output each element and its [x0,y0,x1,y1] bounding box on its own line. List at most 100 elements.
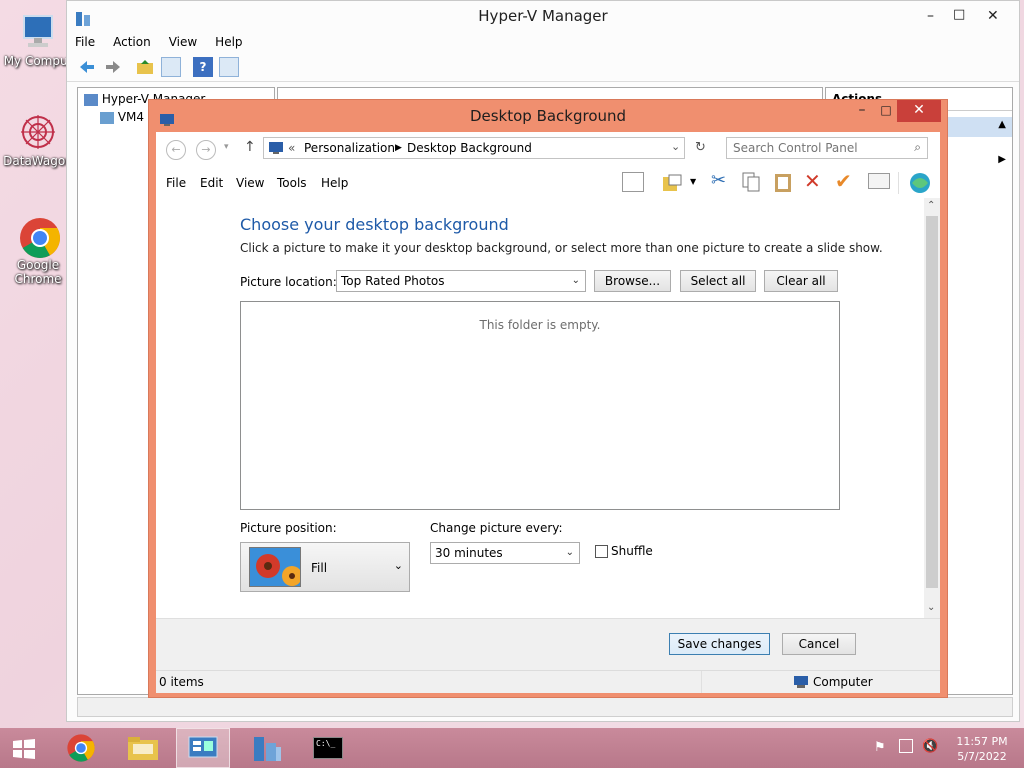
taskbar-file-explorer[interactable] [117,728,171,768]
search-input[interactable] [731,140,903,156]
up-arrow-icon[interactable]: ↑ [244,139,256,155]
copy-icon[interactable] [741,171,761,196]
picture-location-value: Top Rated Photos [341,274,445,288]
cancel-button[interactable]: Cancel [782,633,856,655]
address-bar[interactable]: « Personalization ▶ Desktop Background ⌄ [263,137,685,159]
control-panel-icon [268,141,284,158]
minimize-button[interactable]: – [849,100,875,122]
chrome-icon [66,733,96,766]
picture-gallery[interactable]: This folder is empty. [240,301,840,510]
search-box[interactable]: ⌕ [726,137,928,159]
menu-file[interactable]: File [166,176,186,190]
up-folder-icon[interactable] [135,57,155,77]
browse-button[interactable]: Browse... [594,270,671,292]
dialog-footer: Save changes Cancel [156,618,940,671]
computer-icon [18,12,58,52]
breadcrumb-separator-icon[interactable]: ▶ [395,143,402,153]
checkmark-icon[interactable]: ✔ [835,169,852,193]
close-button[interactable]: ✕ [897,100,941,122]
menu-action[interactable]: Action [113,35,151,49]
desktop-icon-label: Google [16,258,60,272]
recent-locations-icon[interactable]: ▾ [224,142,229,152]
picture-location-label: Picture location: [240,275,337,289]
picture-location-select[interactable]: Top Rated Photos ⌄ [336,270,586,292]
page-description: Click a picture to make it your desktop … [240,241,883,255]
maximize-button[interactable]: □ [875,100,897,122]
collapse-icon[interactable]: ▲ [998,119,1006,130]
menu-tools[interactable]: Tools [277,176,307,190]
clear-all-button[interactable]: Clear all [764,270,838,292]
network-icon[interactable] [899,739,913,753]
datawagon-logo-icon [18,112,58,152]
content-area: Choose your desktop background Click a p… [156,198,924,618]
dropdown-icon[interactable]: ▼ [690,177,696,186]
menu-view[interactable]: View [236,176,264,190]
back-icon[interactable]: ← [166,140,186,160]
refresh-icon[interactable]: ↻ [695,140,706,155]
taskbar-control-panel[interactable] [176,728,230,768]
vertical-scrollbar[interactable]: ⌃ ⌄ [924,198,940,618]
action-center-flag-icon[interactable]: ⚑ [874,740,886,755]
hyperv-icon [252,733,282,766]
minimize-button[interactable]: – [927,1,934,31]
cut-icon[interactable]: ✂ [711,170,726,191]
tree-child-label: VM4 [117,110,145,124]
save-changes-button[interactable]: Save changes [669,633,770,655]
page-title: Choose your desktop background [240,215,509,234]
server-icon [84,93,98,106]
start-button[interactable] [0,728,48,768]
paste-icon[interactable] [772,171,794,196]
menu-file[interactable]: File [75,35,95,49]
help-icon[interactable]: ? [193,57,213,77]
select-all-button[interactable]: Select all [680,270,756,292]
volume-muted-icon[interactable]: 🔇 [922,739,938,754]
hyperv-title: Hyper-V Manager [478,7,608,25]
delete-icon[interactable]: ✕ [804,169,821,193]
desktop-icon-my-computer[interactable]: My Comput [0,12,76,68]
menu-view[interactable]: View [169,35,197,49]
globe-icon[interactable] [908,171,932,198]
dialog-body: ← → ▾ ↑ « Personalization ▶ Desktop Back… [156,132,940,693]
address-dropdown-icon[interactable]: ⌄ [671,140,680,153]
forward-arrow-icon[interactable] [103,57,123,77]
close-button[interactable]: ✕ [987,1,999,31]
breadcrumb-desktop-background[interactable]: Desktop Background [407,141,532,155]
show-hide-action-pane-icon[interactable] [219,57,239,77]
shuffle-label: Shuffle [611,544,653,558]
scroll-up-icon[interactable]: ⌃ [927,200,935,211]
desktop-icon-datawagon[interactable]: DataWagon [0,112,76,168]
scrollbar-thumb[interactable] [926,216,938,588]
menu-help[interactable]: Help [321,176,348,190]
taskbar-command-prompt[interactable]: C:\_ [301,728,355,768]
desktop-icon-label: DataWagon [3,154,73,168]
picture-position-select[interactable]: Fill ⌄ [240,542,410,592]
empty-folder-message: This folder is empty. [479,318,601,332]
back-arrow-icon[interactable] [77,57,97,77]
folder-options-icon[interactable] [661,171,683,196]
menu-edit[interactable]: Edit [200,176,223,190]
change-interval-select[interactable]: 30 minutes ⌄ [430,542,580,564]
maximize-button[interactable]: □ [953,0,965,30]
show-hide-tree-icon[interactable] [161,57,181,77]
search-icon[interactable]: ⌕ [914,140,921,155]
layout-icon[interactable] [622,172,644,192]
change-picture-label: Change picture every: [430,521,563,535]
breadcrumb-personalization[interactable]: Personalization [304,141,395,155]
menu-help[interactable]: Help [215,35,242,49]
forward-icon[interactable]: → [196,140,216,160]
taskbar-chrome[interactable] [55,728,109,768]
clock[interactable]: 11:57 PM 5/7/2022 [952,734,1012,764]
scroll-down-icon[interactable]: ⌄ [927,602,935,613]
properties-icon[interactable] [868,173,890,189]
clock-date: 5/7/2022 [957,750,1007,763]
position-preview-icon [249,547,301,587]
taskbar-hyperv-manager[interactable] [240,728,294,768]
desktop-background-window[interactable]: Desktop Background – □ ✕ ← → ▾ ↑ « Perso… [148,99,948,698]
submenu-arrow-icon[interactable]: ▶ [998,154,1006,165]
status-location: Computer [813,675,873,689]
server-error-icon [100,111,114,124]
desktop-icon-google-chrome[interactable]: Google Chrome [0,216,76,286]
chrome-icon [18,216,60,258]
shuffle-checkbox[interactable] [595,545,608,558]
dialog-title-bar: Desktop Background [149,100,947,132]
